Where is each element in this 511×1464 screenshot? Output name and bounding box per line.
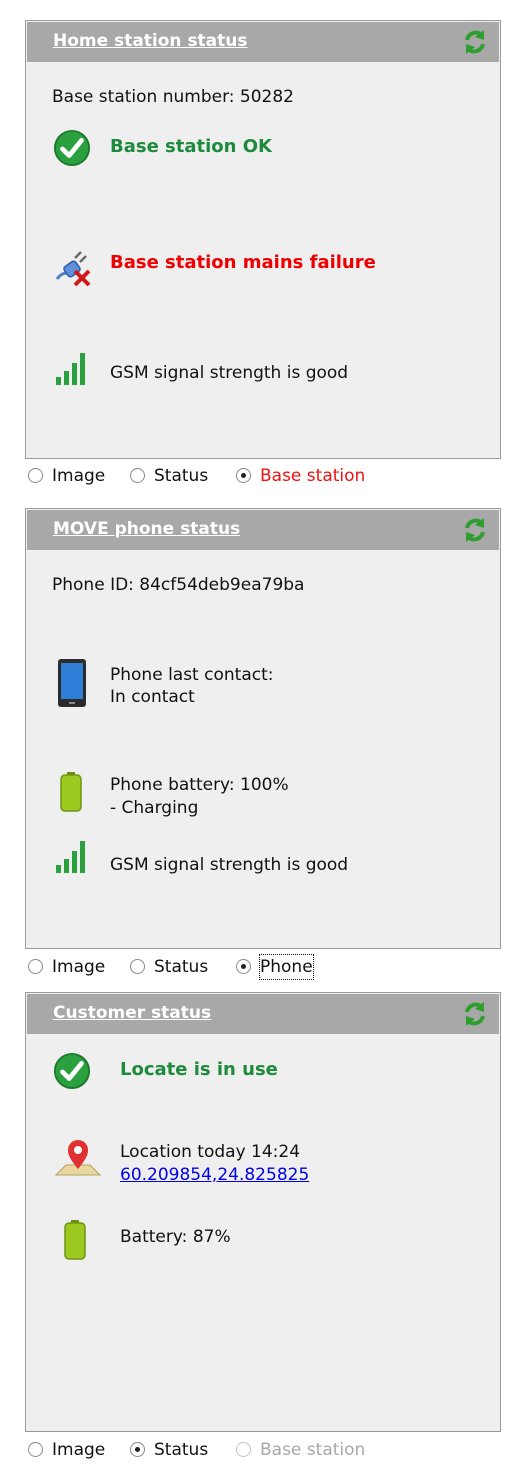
- locate-status: Locate is in use: [120, 1059, 278, 1080]
- location-coordinates-link[interactable]: 60.209854,24.825825: [120, 1165, 309, 1185]
- battery-icon: [60, 772, 82, 812]
- radio-button[interactable]: [28, 1442, 43, 1457]
- phone-last-contact-label: Phone last contact:: [110, 665, 274, 685]
- customer-battery-level: Battery: 87%: [120, 1227, 231, 1247]
- panel-title-phone[interactable]: MOVE phone status: [53, 519, 240, 539]
- refresh-icon[interactable]: [461, 28, 489, 56]
- location-timestamp: Location today 14:24: [120, 1142, 301, 1162]
- base-station-number: Base station number: 50282: [52, 87, 294, 107]
- radio-button-selected[interactable]: [236, 468, 251, 483]
- home-station-panel: Home station status Base station number:…: [25, 20, 501, 459]
- refresh-icon[interactable]: [461, 1000, 489, 1028]
- check-circle-icon: [53, 129, 91, 167]
- customer-status-panel: Customer status Locate is in use Locatio…: [25, 992, 501, 1432]
- phone-battery-state: - Charging: [110, 798, 199, 818]
- radio-button-selected[interactable]: [236, 959, 251, 974]
- signal-bars-icon: [56, 841, 85, 873]
- phone-status-panel: MOVE phone status Phone ID: 84cf54deb9ea…: [25, 508, 501, 949]
- radio-button[interactable]: [28, 959, 43, 974]
- customer-view-radio-group: Image Status Base station: [28, 1438, 488, 1464]
- phone-battery-level: Phone battery: 100%: [110, 775, 289, 795]
- plug-failure-icon: [55, 251, 91, 287]
- mains-failure-status: Base station mains failure: [110, 252, 376, 273]
- radio-button-selected[interactable]: [130, 1442, 145, 1457]
- map-pin-icon: [54, 1140, 102, 1176]
- panel-header: Customer status: [27, 994, 499, 1034]
- radio-label: Status: [154, 466, 209, 486]
- radio-button[interactable]: [130, 468, 145, 483]
- phone-last-contact-value: In contact: [110, 687, 195, 707]
- radio-label: Image: [52, 957, 106, 977]
- gsm-signal-status: GSM signal strength is good: [110, 363, 349, 383]
- panel-title-customer[interactable]: Customer status: [53, 1003, 211, 1023]
- check-circle-icon: [53, 1052, 91, 1090]
- radio-label: Phone: [259, 954, 314, 980]
- phone-device-icon: [58, 659, 86, 707]
- radio-label: Base station: [260, 1440, 366, 1460]
- radio-label: Status: [154, 957, 209, 977]
- phone-id: Phone ID: 84cf54deb9ea79ba: [52, 575, 305, 595]
- panel-title-home-station[interactable]: Home station status: [53, 31, 248, 51]
- phone-view-radio-group: Image Status Phone: [28, 954, 488, 981]
- panel-header: MOVE phone status: [27, 510, 499, 550]
- refresh-icon[interactable]: [461, 516, 489, 544]
- radio-label: Image: [52, 1440, 106, 1460]
- radio-label: Image: [52, 466, 106, 486]
- base-station-ok-status: Base station OK: [110, 136, 272, 157]
- signal-bars-icon: [56, 353, 85, 385]
- radio-button[interactable]: [28, 468, 43, 483]
- radio-label: Base station: [260, 466, 366, 486]
- radio-button-disabled: [236, 1442, 251, 1457]
- gsm-signal-status: GSM signal strength is good: [110, 855, 349, 875]
- radio-label: Status: [154, 1440, 209, 1460]
- panel-header: Home station status: [27, 22, 499, 62]
- radio-button[interactable]: [130, 959, 145, 974]
- battery-icon: [64, 1220, 86, 1260]
- home-view-radio-group: Image Status Base station: [28, 464, 488, 490]
